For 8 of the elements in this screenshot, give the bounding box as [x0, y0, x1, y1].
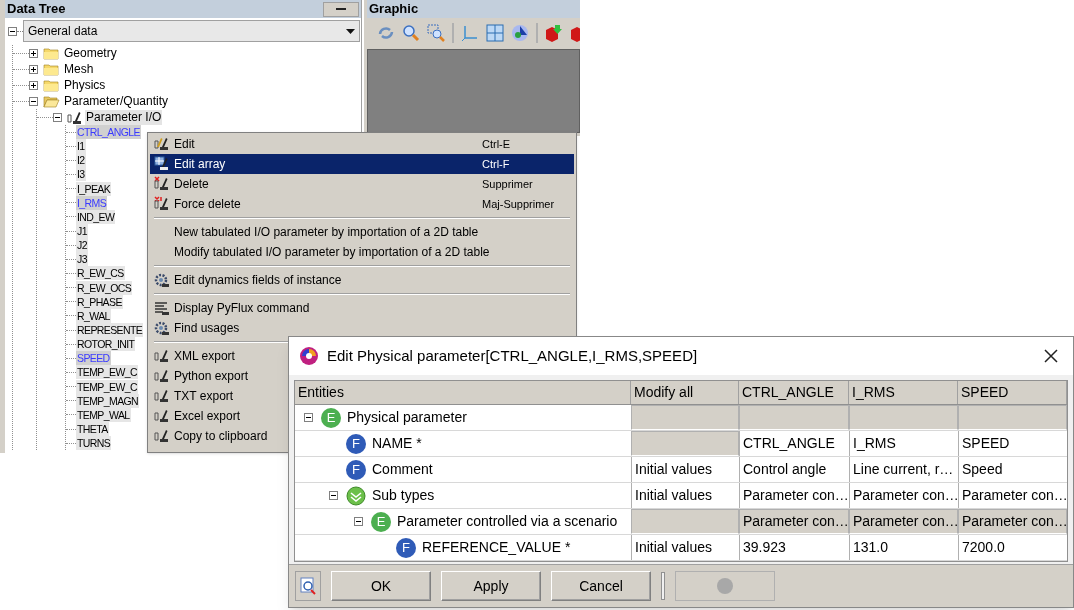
- badge-icon: F: [346, 433, 366, 454]
- badge-icon: E: [371, 511, 391, 532]
- panel-title: Data Tree: [7, 0, 66, 19]
- badge-icon: F: [396, 537, 416, 558]
- badge-icon: F: [346, 459, 366, 480]
- dialog-title: Edit Physical parameter[CTRL_ANGLE,I_RMS,SPEED]: [327, 345, 699, 366]
- badge-icon: E: [321, 407, 341, 428]
- panel-title: Graphic: [369, 0, 419, 19]
